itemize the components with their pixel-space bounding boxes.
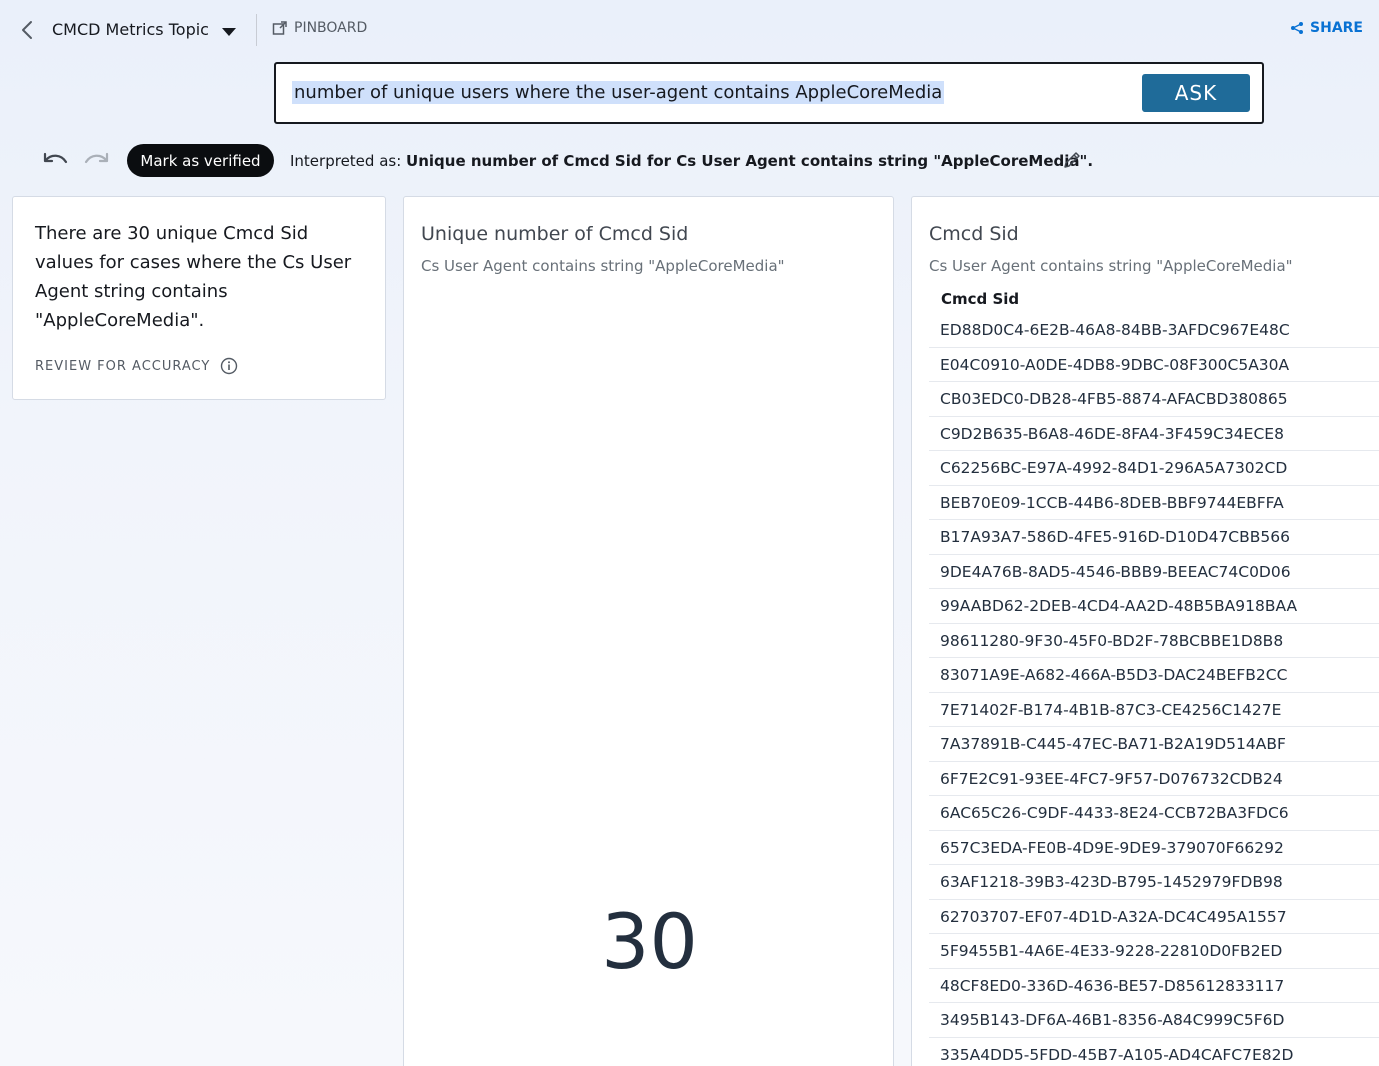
caret-down-icon <box>222 28 236 36</box>
table-row: C9D2B635-B6A8-46DE-8FA4-3F459C34ECE8 <box>929 417 1379 451</box>
table-row: 48CF8ED0-336D-4636-BE57-D85612833117 <box>929 969 1379 1003</box>
undo-icon <box>43 152 68 164</box>
edit-interpretation-button[interactable] <box>1062 150 1082 170</box>
table-row: BEB70E09-1CCB-44B6-8DEB-BBF9744EBFFA <box>929 486 1379 520</box>
table-row: CB03EDC0-DB28-4FB5-8874-AFACBD380865 <box>929 382 1379 417</box>
mark-as-verified-button[interactable]: Mark as verified <box>127 144 274 177</box>
table-card: Cmcd Sid Cs User Agent contains string "… <box>911 196 1379 1066</box>
interpreted-prefix: Interpreted as: <box>290 152 402 170</box>
table-row: 9DE4A76B-8AD5-4546-BBB9-BEEAC74C0D06 <box>929 555 1379 589</box>
summary-card: There are 30 unique Cmcd Sid values for … <box>12 196 386 400</box>
review-for-accuracy[interactable]: REVIEW FOR ACCURACY <box>35 357 238 375</box>
table-subtitle: Cs User Agent contains string "AppleCore… <box>929 257 1293 275</box>
redo-icon <box>84 152 109 164</box>
pinboard-button[interactable]: PINBOARD <box>272 20 367 36</box>
interpreted-text: Unique number of Cmcd Sid for Cs User Ag… <box>406 152 1094 170</box>
table-title: Cmcd Sid <box>929 223 1019 245</box>
header-divider <box>256 14 257 46</box>
share-button[interactable]: SHARE <box>1290 20 1363 36</box>
redo-button[interactable] <box>82 150 110 172</box>
question-input[interactable]: number of unique users where the user-ag… <box>292 81 945 104</box>
table-row: 6AC65C26-C9DF-4433-8E24-CCB72BA3FDC6 <box>929 796 1379 831</box>
top-bar: CMCD Metrics Topic PINBOARD SHARE <box>0 0 1379 60</box>
pinboard-icon <box>272 21 287 35</box>
table-row: 5F9455B1-4A6E-4E33-9228-22810D0FB2ED <box>929 934 1379 969</box>
pencil-icon <box>1064 152 1080 168</box>
table-row: C62256BC-E97A-4992-84D1-296A5A7302CD <box>929 451 1379 486</box>
table-row: 62703707-EF07-4D1D-A32A-DC4C495A1557 <box>929 900 1379 934</box>
review-label: REVIEW FOR ACCURACY <box>35 358 211 374</box>
table-row: 657C3EDA-FE0B-4D9E-9DE9-379070F66292 <box>929 831 1379 865</box>
table-row: B17A93A7-586D-4FE5-916D-D10D47CBB566 <box>929 520 1379 555</box>
table-row: 7E71402F-B174-4B1B-87C3-CE4256C1427E <box>929 693 1379 727</box>
table-row: 3495B143-DF6A-46B1-8356-A84C999C5F6D <box>929 1003 1379 1038</box>
kpi-value: 30 <box>601 897 698 986</box>
table-row: E04C0910-A0DE-4DB8-9DBC-08F300C5A30A <box>929 348 1379 382</box>
interpretation: Interpreted as: Unique number of Cmcd Si… <box>290 152 1093 170</box>
question-search-box[interactable]: number of unique users where the user-ag… <box>274 62 1264 124</box>
table-row: 335A4DD5-5FDD-45B7-A105-AD4CAFC7E82D <box>929 1038 1379 1066</box>
back-button[interactable] <box>16 18 38 42</box>
table-row: 98611280-9F30-45F0-BD2F-78BCBBE1D8B8 <box>929 624 1379 658</box>
table-row: 99AABD62-2DEB-4CD4-AA2D-48B5BA918BAA <box>929 589 1379 624</box>
kpi-card: Unique number of Cmcd Sid Cs User Agent … <box>403 196 894 1066</box>
column-header-cmcd-sid[interactable]: Cmcd Sid <box>929 285 1379 313</box>
kpi-title: Unique number of Cmcd Sid <box>421 223 689 245</box>
table-row: ED88D0C4-6E2B-46A8-84BB-3AFDC967E48C <box>929 313 1379 348</box>
undo-button[interactable] <box>42 150 70 172</box>
table-row: 7A37891B-C445-47EC-BA71-B2A19D514ABF <box>929 727 1379 762</box>
table-row: 83071A9E-A682-466A-B5D3-DAC24BEFB2CC <box>929 658 1379 693</box>
ask-button[interactable]: ASK <box>1142 74 1250 112</box>
share-label: SHARE <box>1310 20 1363 36</box>
cmcd-sid-table: Cmcd Sid ED88D0C4-6E2B-46A8-84BB-3AFDC96… <box>929 285 1379 1066</box>
topic-title[interactable]: CMCD Metrics Topic <box>52 20 209 39</box>
pinboard-label: PINBOARD <box>294 20 368 36</box>
info-icon[interactable] <box>220 357 238 375</box>
table-row: 6F7E2C91-93EE-4FC7-9F57-D076732CDB24 <box>929 762 1379 796</box>
topic-dropdown-button[interactable] <box>220 24 238 38</box>
share-icon <box>1291 22 1304 34</box>
summary-text: There are 30 unique Cmcd Sid values for … <box>35 223 352 331</box>
table-row: 63AF1218-39B3-423D-B795-1452979FDB98 <box>929 865 1379 900</box>
kpi-subtitle: Cs User Agent contains string "AppleCore… <box>421 257 785 275</box>
chevron-left-icon <box>22 21 32 39</box>
